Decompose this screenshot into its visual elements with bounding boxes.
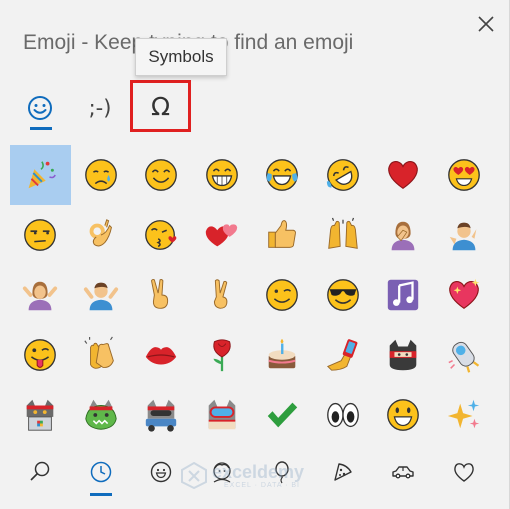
car-icon bbox=[392, 466, 414, 479]
person-icon bbox=[213, 462, 231, 483]
emoji-musical-notes[interactable] bbox=[373, 265, 434, 325]
emoji-diver-cat[interactable] bbox=[192, 385, 253, 445]
emoji-rolling-on-floor-laughing[interactable] bbox=[313, 145, 374, 205]
emoji-ok-hand[interactable] bbox=[71, 205, 132, 265]
emoji-grinning-face-big[interactable] bbox=[373, 385, 434, 445]
emoji-dino-cat[interactable] bbox=[71, 385, 132, 445]
tab-selected-indicator bbox=[30, 127, 52, 130]
emoji-sparkling-heart[interactable] bbox=[434, 265, 495, 325]
tab-symbols-label: Ω bbox=[150, 91, 171, 121]
emoji-face-blowing-kiss[interactable] bbox=[131, 205, 192, 265]
emoji-heart-eyes[interactable] bbox=[434, 145, 495, 205]
tab-symbols[interactable]: Ω bbox=[130, 80, 191, 132]
emoji-unamused-face[interactable] bbox=[10, 205, 71, 265]
tab-kaomoji-label: ;-) bbox=[88, 96, 112, 120]
emoji-red-heart[interactable] bbox=[373, 145, 434, 205]
emoji-tabs: ;-) Ω bbox=[0, 78, 510, 138]
emoji-person-shrugging-blue[interactable] bbox=[71, 265, 132, 325]
category-smileys[interactable] bbox=[131, 447, 192, 497]
emoji-two-hearts[interactable] bbox=[192, 205, 253, 265]
category-celebrations[interactable] bbox=[252, 447, 313, 497]
emoji-person-gesturing-no[interactable] bbox=[10, 265, 71, 325]
emoji-sparkles[interactable] bbox=[434, 385, 495, 445]
emoji-person-facepalming[interactable] bbox=[373, 205, 434, 265]
emoji-winking-face[interactable] bbox=[252, 265, 313, 325]
close-icon[interactable] bbox=[476, 14, 496, 34]
emoji-clapping-hands[interactable] bbox=[71, 325, 132, 385]
emoji-ninja-cat[interactable] bbox=[373, 325, 434, 385]
emoji-selfie[interactable] bbox=[313, 325, 374, 385]
balloon-icon bbox=[275, 461, 289, 484]
emoji-birthday-cake[interactable] bbox=[252, 325, 313, 385]
emoji-stunt-cat[interactable] bbox=[131, 385, 192, 445]
tab-kaomoji[interactable]: ;-) bbox=[75, 78, 125, 138]
emoji-kiss-mark[interactable] bbox=[131, 325, 192, 385]
category-people[interactable] bbox=[192, 447, 253, 497]
pizza-icon bbox=[334, 463, 352, 481]
emoji-party-popper[interactable] bbox=[10, 145, 71, 205]
emoji-panel: Emoji - Keep typing to find an emoji ;-)… bbox=[0, 0, 510, 509]
category-bar bbox=[10, 447, 500, 497]
panel-header: Emoji - Keep typing to find an emoji bbox=[0, 0, 510, 72]
emoji-astro-cat[interactable] bbox=[434, 325, 495, 385]
emoji-person-shrugging[interactable] bbox=[434, 205, 495, 265]
emoji-raising-hands[interactable] bbox=[313, 205, 374, 265]
category-symbols[interactable] bbox=[434, 447, 495, 497]
emoji-check-mark[interactable] bbox=[252, 385, 313, 445]
category-food[interactable] bbox=[313, 447, 374, 497]
emoji-disappointed-relieved[interactable] bbox=[71, 145, 132, 205]
emoji-smiling-face[interactable] bbox=[131, 145, 192, 205]
emoji-smiling-face-with-sunglasses[interactable] bbox=[313, 265, 374, 325]
category-travel[interactable] bbox=[373, 447, 434, 497]
smiley-icon bbox=[151, 461, 172, 483]
category-recently-used[interactable] bbox=[71, 447, 132, 497]
search-icon bbox=[30, 461, 50, 481]
smiley-icon bbox=[28, 96, 52, 120]
heart-icon bbox=[453, 463, 474, 482]
emoji-winking-face-with-tongue[interactable] bbox=[10, 325, 71, 385]
emoji-thumbs-up[interactable] bbox=[252, 205, 313, 265]
clock-icon bbox=[90, 461, 111, 483]
category-search[interactable] bbox=[10, 447, 71, 497]
category-selected-indicator bbox=[90, 493, 112, 496]
emoji-grid bbox=[10, 145, 500, 445]
emoji-crossed-fingers[interactable] bbox=[192, 265, 253, 325]
emoji-rose[interactable] bbox=[192, 325, 253, 385]
emoji-face-with-tears-of-joy[interactable] bbox=[252, 145, 313, 205]
symbols-tooltip: Symbols bbox=[135, 38, 227, 76]
emoji-victory-hand[interactable] bbox=[131, 265, 192, 325]
emoji-grinning-face[interactable] bbox=[192, 145, 253, 205]
emoji-eyes[interactable] bbox=[313, 385, 374, 445]
emoji-hacker-cat[interactable] bbox=[10, 385, 71, 445]
